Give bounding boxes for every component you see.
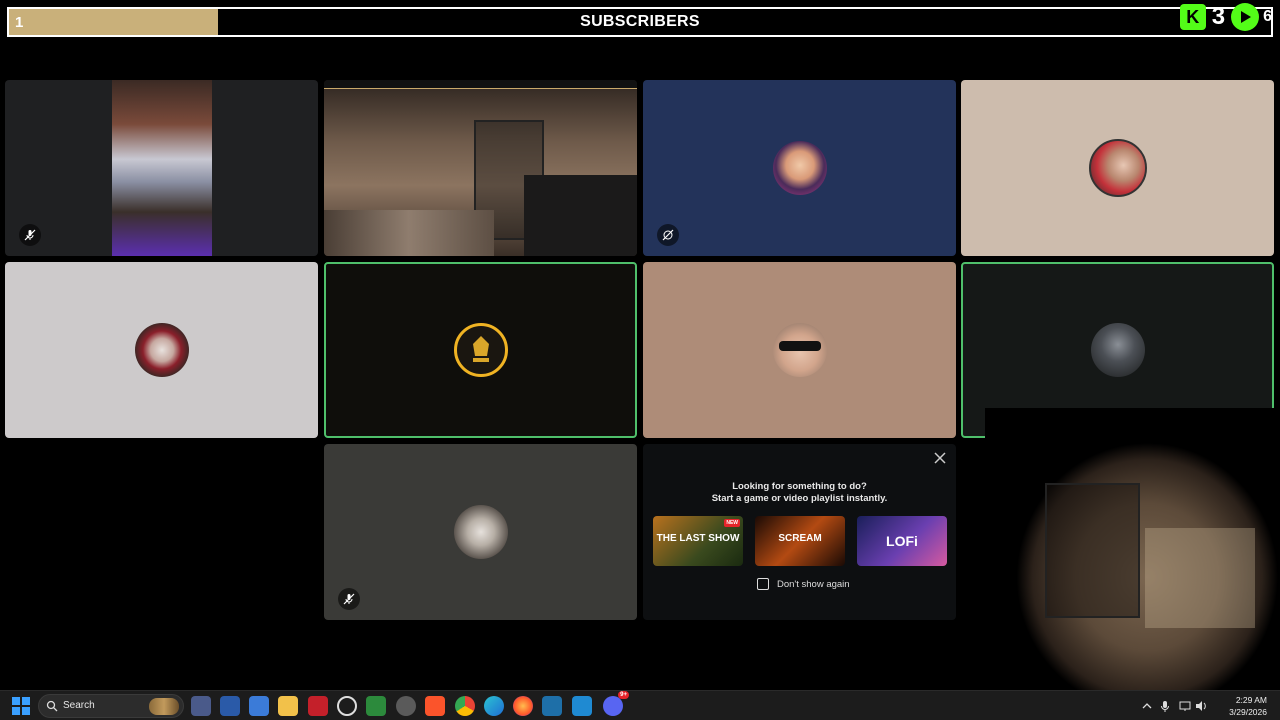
edge-icon[interactable] xyxy=(484,696,504,716)
stream-overlay-stats: K 3 6 xyxy=(1179,3,1272,31)
mic-muted-icon xyxy=(338,588,360,610)
clock-date: 3/29/2026 xyxy=(1229,707,1267,717)
search-label: Search xyxy=(63,700,95,711)
subscriber-goal-title: SUBSCRIBERS xyxy=(580,13,700,30)
avatar-sunglasses xyxy=(772,323,827,377)
new-badge: NEW xyxy=(724,519,740,527)
mic-muted-icon xyxy=(19,224,41,246)
avatar-austin xyxy=(772,141,827,195)
search-highlight-image xyxy=(149,698,179,715)
kick-logo-icon: K xyxy=(1179,4,1206,30)
dont-show-again-label: Don't show again xyxy=(777,578,850,590)
activity-card-lofi[interactable]: LOFi xyxy=(857,516,947,566)
discord-icon[interactable]: 9+ xyxy=(603,691,629,716)
system-tray: 2:29 AM 3/29/2026 xyxy=(1140,691,1280,720)
app-icon-1[interactable] xyxy=(191,696,211,716)
avatar-gold-logo xyxy=(453,323,508,377)
overlay-count-right: 6 xyxy=(1263,8,1272,25)
app-icon-2[interactable] xyxy=(220,696,240,716)
avatar-joker xyxy=(134,323,189,377)
firefox-icon[interactable] xyxy=(513,696,533,716)
tile-user-old-man[interactable] xyxy=(324,444,637,620)
taskbar-search-box[interactable]: Search xyxy=(38,694,184,718)
tile-user-mario[interactable] xyxy=(961,80,1274,256)
close-icon[interactable] xyxy=(932,450,948,466)
activity-prompt-title: Looking for something to do? xyxy=(732,481,867,492)
app-icon-steam[interactable] xyxy=(396,696,416,716)
network-icon[interactable] xyxy=(1178,699,1192,713)
bedroom-desk xyxy=(524,175,637,256)
activity-card-label: THE LAST SHOW xyxy=(656,533,740,544)
activity-card-last-show[interactable]: THE LAST SHOW NEW xyxy=(653,516,743,566)
tile-bedroom-cam[interactable] xyxy=(324,80,637,256)
chrome-icon[interactable] xyxy=(455,696,475,716)
avatar-old-man xyxy=(453,505,508,559)
avatar-mario xyxy=(1088,139,1147,197)
activity-prompt-subtitle: Start a game or video playlist instantly… xyxy=(711,493,888,504)
webcam-blanket xyxy=(1145,528,1255,628)
activity-suggestion-panel: Looking for something to do? Start a gam… xyxy=(643,444,956,620)
tile-user-gold-logo[interactable] xyxy=(324,262,637,438)
sunglasses-shape xyxy=(778,341,821,351)
volume-icon[interactable] xyxy=(1194,699,1208,713)
search-icon xyxy=(46,700,58,712)
app-icon-infinity[interactable] xyxy=(542,696,562,716)
video-off-icon xyxy=(657,224,679,246)
windows-start-icon[interactable] xyxy=(12,697,30,715)
windows-taskbar: Search 9+ 2:29 AM 3/29/2026 xyxy=(0,690,1280,720)
activity-card-scream[interactable]: SCREAM xyxy=(755,516,845,566)
activity-card-label: SCREAM xyxy=(778,533,822,544)
microphone-icon[interactable] xyxy=(1158,699,1172,713)
play-icon xyxy=(1231,3,1260,31)
app-icon-3[interactable] xyxy=(249,696,269,716)
chevron-up-icon[interactable] xyxy=(1140,699,1154,713)
overlay-count-left: 3 xyxy=(1211,3,1226,30)
bedroom-bed xyxy=(324,210,494,256)
tile-user-austin[interactable] xyxy=(643,80,956,256)
file-explorer-icon[interactable] xyxy=(278,696,298,716)
bedroom-cam-overlay-strip xyxy=(324,80,637,89)
webcam-shelf xyxy=(1045,483,1140,618)
app-icon-video[interactable] xyxy=(308,696,328,716)
clock-time: 2:29 AM xyxy=(1235,695,1267,705)
activity-card-label: LOFi xyxy=(886,533,918,549)
vscode-icon[interactable] xyxy=(572,696,592,716)
system-clock[interactable]: 2:29 AM 3/29/2026 xyxy=(1229,694,1267,718)
tile-street-video[interactable] xyxy=(5,80,318,256)
app-icon-circle[interactable] xyxy=(337,696,357,716)
app-icon-shield[interactable] xyxy=(366,696,386,716)
brave-browser-icon[interactable] xyxy=(425,696,445,716)
avatar-dark xyxy=(1090,323,1145,377)
dont-show-again-checkbox[interactable] xyxy=(757,578,769,590)
tile-user-sunglasses[interactable] xyxy=(643,262,956,438)
street-video-frame xyxy=(112,80,212,256)
dont-show-again-row[interactable]: Don't show again xyxy=(757,578,850,590)
subscriber-goal-bar: 1 SUBSCRIBERS xyxy=(7,7,1273,37)
discord-notification-badge: 9+ xyxy=(618,691,629,699)
streamer-webcam-overlay xyxy=(985,408,1280,690)
tile-user-joker[interactable] xyxy=(5,262,318,438)
